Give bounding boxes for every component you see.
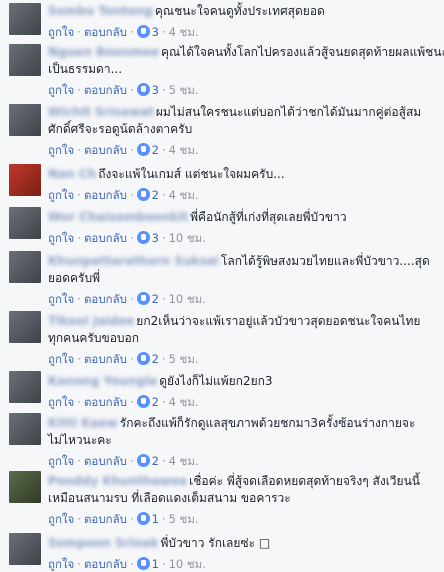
comment-text: โลกได้รู้พิษสงมวยไทยและพี่บัวขาว....สุด [220,254,430,268]
timestamp[interactable]: 5 ชม. [169,512,199,526]
comment-text: ดูยังไงก็ไม่แพ้ยก2ยก3 [159,374,273,388]
reply-link[interactable]: ตอบกลับ [84,143,127,157]
like-icon [136,352,150,365]
comment-text: ถึงจะแพ้ในเกมส์ แต่ชนะใจผมครับ... [98,167,285,181]
comment-text: พี่บัวขาว รักเลยซ่ะ □ [160,536,271,550]
reply-link[interactable]: ตอบกลับ [84,557,127,571]
like-link[interactable]: ถูกใจ [48,231,74,245]
comment-text: รักคะถึงแพ้ก็รักดูแลสุขภาพด้วยชกมา3ครั้ง… [119,416,416,430]
like-count[interactable]: 2 [152,395,159,409]
like-link[interactable]: ถูกใจ [48,292,74,306]
avatar[interactable] [9,533,41,565]
comment-text-cont: เหมือนสนามรบ ที่เลือดแดงเต็มสนาม ขอคารวะ [48,491,291,505]
like-count[interactable]: 2 [152,188,159,202]
comment-author[interactable]: Nan Ch [48,167,96,181]
like-link[interactable]: ถูกใจ [48,25,74,39]
like-icon [136,395,150,408]
like-count[interactable]: 2 [152,143,159,157]
like-count[interactable]: 2 [152,454,159,468]
like-link[interactable]: ถูกใจ [48,143,74,157]
timestamp[interactable]: 4 ชม. [169,25,199,39]
avatar[interactable] [9,311,41,343]
comment-text-cont: ไม่ไหวนะคะ [48,433,112,447]
like-icon [136,231,150,244]
comment-text-cont: เป็นธรรมดา... [48,62,123,76]
comment-text: ผมไม่สนใครชนะแต่บอกได้ว่าชกได้มันมากคู่ต… [155,105,422,119]
timestamp[interactable]: 10 ชม. [169,557,206,571]
like-icon [136,512,150,525]
like-count[interactable]: 2 [152,352,159,366]
like-count[interactable]: 3 [152,83,159,97]
reply-link[interactable]: ตอบกลับ [84,25,127,39]
comment-text-cont: ทุกคนครับขอบอก [48,331,139,345]
avatar[interactable] [9,3,41,35]
comment-text-cont: ยอดครับพี่ [48,271,101,285]
like-icon [136,454,150,467]
comment-text: ยก2เห็นว่าจะแพ้เราอยู่แล้วบัวขาวสุดยอดชน… [136,314,421,328]
like-icon [136,557,150,570]
comment-text: คุณได้ใจคนทั้งโลกไปครองแล้วสู้จนยดสุดท้า… [161,45,444,59]
reply-link[interactable]: ตอบกลับ [84,395,127,409]
comment-author[interactable]: Kitti Kaew [48,416,118,430]
like-link[interactable]: ถูกใจ [48,557,74,571]
avatar[interactable] [9,251,41,283]
like-count[interactable]: 3 [152,25,159,39]
avatar[interactable] [9,413,41,445]
comment-text: เชื่อค่ะ พี่สู้จดเลือดหยดสุดท้ายจริงๆ สั… [189,474,420,488]
comment-author[interactable]: Wichit Srisawat [48,105,154,119]
timestamp[interactable]: 4 ชม. [169,188,199,202]
comment-author[interactable]: Sompoon Srinak [48,536,158,550]
comment-author[interactable]: Khunpattarathorn Suksai [48,254,219,268]
reply-link[interactable]: ตอบกลับ [84,231,127,245]
timestamp[interactable]: 10 ชม. [169,231,206,245]
comment-author[interactable]: Pooddy Khunthawee [48,474,187,488]
comment-text: พี่คือนักสู้ที่เก่งที่สุดเลยพี่บัวขาว [190,210,347,224]
avatar[interactable] [9,104,41,136]
comment-author[interactable]: Wor Chaisomboonkit [48,210,188,224]
timestamp[interactable]: 4 ชม. [169,395,199,409]
like-link[interactable]: ถูกใจ [48,83,74,97]
like-icon [136,292,150,305]
comment-author[interactable]: Tikool Jaidee [48,314,134,328]
avatar[interactable] [9,371,41,403]
comment-author[interactable]: Sombo Tontong [48,4,153,18]
like-count[interactable]: 1 [152,557,159,571]
reply-link[interactable]: ตอบกลับ [84,454,127,468]
reply-link[interactable]: ตอบกลับ [84,83,127,97]
avatar[interactable] [9,44,41,76]
avatar[interactable] [9,207,41,239]
comment-list: Sombo Tontong คุณชนะใจคนดูทั้งประเทศสุดยอ… [0,0,444,572]
timestamp[interactable]: 5 ชม. [169,352,199,366]
like-link[interactable]: ถูกใจ [48,512,74,526]
comment-author[interactable]: Kanong Youngla [48,374,157,388]
comment-text: คุณชนะใจคนดูทั้งประเทศสุดยอด [154,4,325,18]
avatar[interactable] [9,471,41,503]
like-icon [136,25,150,38]
like-count[interactable]: 1 [152,512,159,526]
timestamp[interactable]: 4 ชม. [169,454,199,468]
timestamp[interactable]: 4 ชม. [169,143,199,157]
timestamp[interactable]: 10 ชม. [169,292,206,306]
comment-text-cont: ศักดิ์ศรีจะรอดูน้ดล้างตาครับ [48,122,193,136]
like-link[interactable]: ถูกใจ [48,395,74,409]
like-count[interactable]: 3 [152,231,159,245]
reply-link[interactable]: ตอบกลับ [84,188,127,202]
reply-link[interactable]: ตอบกลับ [84,512,127,526]
reply-link[interactable]: ตอบกลับ [84,292,127,306]
like-link[interactable]: ถูกใจ [48,352,74,366]
comment-author[interactable]: Nguen Boonmee [48,45,159,59]
like-link[interactable]: ถูกใจ [48,188,74,202]
timestamp[interactable]: 5 ชม. [169,83,199,97]
reply-link[interactable]: ตอบกลับ [84,352,127,366]
like-count[interactable]: 2 [152,292,159,306]
avatar[interactable] [9,164,41,196]
like-icon [136,143,150,156]
like-icon [136,188,150,201]
like-link[interactable]: ถูกใจ [48,454,74,468]
like-icon [136,83,150,96]
